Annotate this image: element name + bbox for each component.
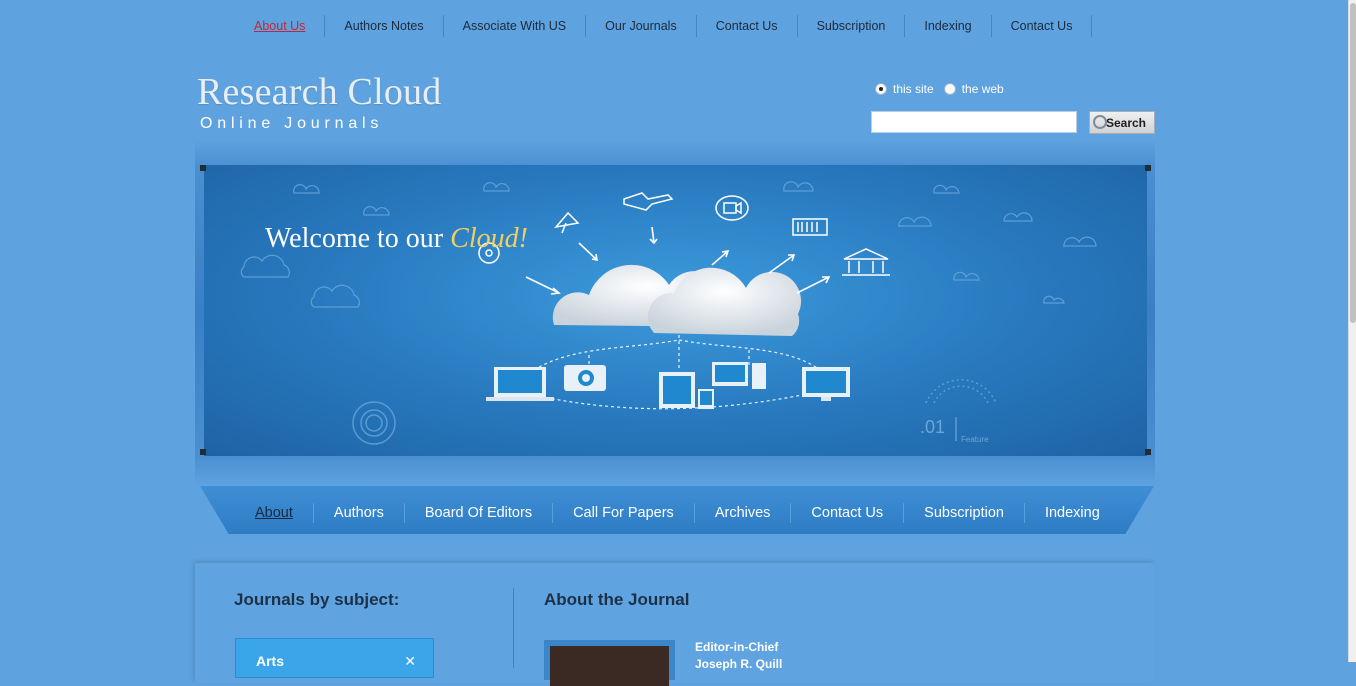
search-input[interactable] xyxy=(871,111,1077,133)
page-scrollbar[interactable] xyxy=(1348,0,1356,662)
search-button[interactable]: Search xyxy=(1089,111,1155,134)
column-divider xyxy=(513,588,514,668)
top-nav-our-journals[interactable]: Our Journals xyxy=(586,15,697,37)
banner-corner-tr xyxy=(1145,165,1151,171)
editor-name: Joseph R. Quill xyxy=(695,657,783,671)
banner: .01 Feature Welcome to our Cloud! xyxy=(204,165,1147,456)
search-icon xyxy=(1093,115,1107,129)
welcome-text: Welcome to our xyxy=(265,223,444,254)
banner-corner-tl xyxy=(200,165,206,171)
scrollbar-thumb[interactable] xyxy=(1350,3,1356,323)
top-nav-contact-us[interactable]: Contact Us xyxy=(697,15,798,37)
top-nav-authors-notes[interactable]: Authors Notes xyxy=(325,15,444,37)
sub-nav-archives[interactable]: Archives xyxy=(695,503,792,523)
top-nav-subscription[interactable]: Subscription xyxy=(798,15,906,37)
feature-number: .01 xyxy=(920,417,945,437)
sub-nav-contact-us[interactable]: Contact Us xyxy=(791,503,905,523)
sub-nav-authors[interactable]: Authors xyxy=(314,503,405,523)
banner-illustration: .01 Feature xyxy=(240,181,1097,445)
sub-nav: About Authors Board Of Editors Call For … xyxy=(235,503,1120,523)
top-nav-associate[interactable]: Associate With US xyxy=(444,15,587,37)
top-nav-contact-us-2[interactable]: Contact Us xyxy=(992,15,1093,37)
feature-label: Feature xyxy=(961,435,989,444)
sub-nav-indexing[interactable]: Indexing xyxy=(1025,503,1120,523)
editor-in-chief-label: Editor-in-Chief xyxy=(695,640,779,654)
editor-photo xyxy=(544,640,675,686)
sub-nav-call-for-papers[interactable]: Call For Papers xyxy=(553,503,695,523)
radio-the-web-label: the web xyxy=(961,82,1004,96)
welcome-accent: Cloud! xyxy=(450,223,528,254)
logo-subtitle: Online Journals xyxy=(200,115,384,132)
welcome-heading: Welcome to our Cloud! xyxy=(265,223,528,255)
journals-by-subject-heading: Journals by subject: xyxy=(234,590,400,609)
search-button-label: Search xyxy=(1105,115,1147,130)
about-journal-heading: About the Journal xyxy=(544,590,690,609)
top-nav-indexing[interactable]: Indexing xyxy=(905,15,992,37)
radio-this-site[interactable] xyxy=(875,83,887,95)
top-nav: About Us Authors Notes Associate With US… xyxy=(235,14,1093,38)
logo-title[interactable]: Research Cloud xyxy=(197,70,441,114)
top-nav-about-us[interactable]: About Us xyxy=(235,15,326,37)
subject-accordion-arts[interactable]: Arts ✕ xyxy=(235,638,434,678)
search-scope: this site the web xyxy=(875,82,1014,96)
sub-nav-subscription[interactable]: Subscription xyxy=(904,503,1025,523)
banner-corner-bl xyxy=(200,449,206,455)
radio-this-site-label: this site xyxy=(893,82,934,96)
banner-corner-br xyxy=(1145,449,1151,455)
subject-label: Arts xyxy=(256,653,285,669)
sub-nav-about[interactable]: About xyxy=(235,503,314,523)
radio-the-web[interactable] xyxy=(943,83,956,95)
sub-nav-board-of-editors[interactable]: Board Of Editors xyxy=(405,503,554,523)
